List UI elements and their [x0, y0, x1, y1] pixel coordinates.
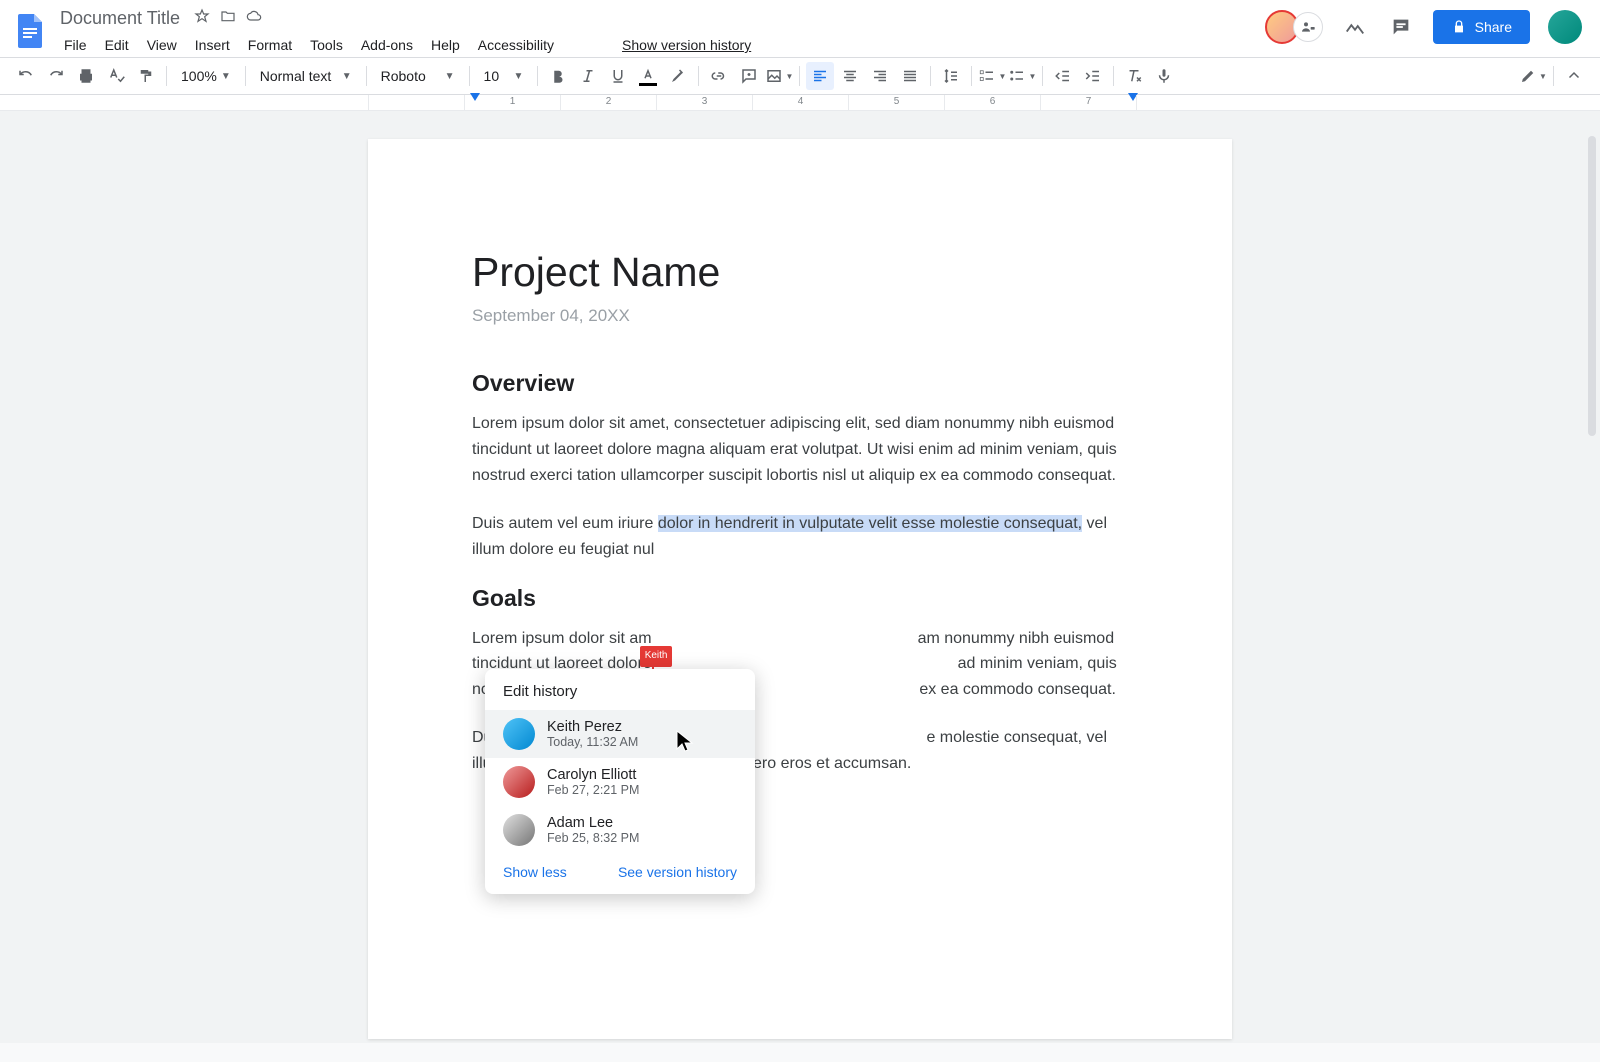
- bullet-list-button[interactable]: ▼: [1008, 62, 1036, 90]
- lock-icon: [1451, 19, 1467, 35]
- account-avatar[interactable]: [1548, 10, 1582, 44]
- comments-icon[interactable]: [1387, 13, 1415, 41]
- star-icon[interactable]: [194, 8, 210, 29]
- menu-addons[interactable]: Add-ons: [353, 33, 421, 57]
- menu-view[interactable]: View: [139, 33, 185, 57]
- menu-edit[interactable]: Edit: [97, 33, 137, 57]
- menu-format[interactable]: Format: [240, 33, 300, 57]
- show-version-history-link[interactable]: Show version history: [614, 33, 759, 57]
- undo-button[interactable]: [12, 62, 40, 90]
- menu-accessibility[interactable]: Accessibility: [470, 33, 562, 57]
- highlighted-text[interactable]: dolor in hendrerit in vulputate velit es…: [658, 515, 1082, 532]
- highlight-color-button[interactable]: [664, 62, 692, 90]
- canvas: Project Name September 04, 20XX Overview…: [0, 111, 1600, 1043]
- editor-name: Keith Perez: [547, 719, 638, 735]
- main-menu: File Edit View Insert Format Tools Add-o…: [56, 33, 1257, 57]
- editor-avatar: [503, 814, 535, 846]
- print-button[interactable]: [72, 62, 100, 90]
- align-left-button[interactable]: [806, 62, 834, 90]
- edit-history-item[interactable]: Carolyn Elliott Feb 27, 2:21 PM: [485, 758, 755, 806]
- editor-avatar: [503, 718, 535, 750]
- edit-history-popover: Edit history Keith Perez Today, 11:32 AM…: [485, 669, 755, 894]
- italic-button[interactable]: [574, 62, 602, 90]
- docs-logo-icon[interactable]: [12, 6, 48, 54]
- editor-name: Carolyn Elliott: [547, 767, 639, 783]
- decrease-indent-button[interactable]: [1049, 62, 1077, 90]
- activity-icon[interactable]: [1341, 13, 1369, 41]
- header-right: Share: [1265, 6, 1588, 44]
- align-justify-button[interactable]: [896, 62, 924, 90]
- collapse-toolbar-button[interactable]: [1560, 62, 1588, 90]
- overview-paragraph-2[interactable]: Duis autem vel eum iriure dolor in hendr…: [472, 511, 1128, 563]
- section-overview-title[interactable]: Overview: [472, 370, 1128, 397]
- menu-file[interactable]: File: [56, 33, 95, 57]
- app-header: Document Title File Edit View Insert For…: [0, 0, 1600, 58]
- editor-time: Feb 25, 8:32 PM: [547, 831, 639, 845]
- edit-history-item[interactable]: Adam Lee Feb 25, 8:32 PM: [485, 806, 755, 854]
- see-version-history-link[interactable]: See version history: [618, 864, 737, 880]
- overview-paragraph-1[interactable]: Lorem ipsum dolor sit amet, consectetuer…: [472, 411, 1128, 489]
- cloud-status-icon[interactable]: [246, 8, 262, 29]
- bold-button[interactable]: [544, 62, 572, 90]
- presence-icon[interactable]: [1293, 12, 1323, 42]
- editor-time: Feb 27, 2:21 PM: [547, 783, 639, 797]
- checklist-button[interactable]: ▼: [978, 62, 1006, 90]
- line-spacing-button[interactable]: [937, 62, 965, 90]
- spellcheck-button[interactable]: [102, 62, 130, 90]
- voice-typing-button[interactable]: [1150, 62, 1178, 90]
- menu-tools[interactable]: Tools: [302, 33, 351, 57]
- clear-formatting-button[interactable]: [1120, 62, 1148, 90]
- increase-indent-button[interactable]: [1079, 62, 1107, 90]
- titlebar: Document Title File Edit View Insert For…: [12, 6, 1588, 57]
- share-label: Share: [1475, 19, 1512, 35]
- section-goals-title[interactable]: Goals: [472, 585, 1128, 612]
- vertical-scrollbar[interactable]: [1586, 130, 1598, 1050]
- align-right-button[interactable]: [866, 62, 894, 90]
- document-title[interactable]: Document Title: [56, 6, 184, 31]
- font-select[interactable]: Roboto▼: [373, 62, 463, 90]
- doc-date[interactable]: September 04, 20XX: [472, 306, 1128, 326]
- align-center-button[interactable]: [836, 62, 864, 90]
- paragraph-style-select[interactable]: Normal text▼: [252, 62, 360, 90]
- editor-avatar: [503, 766, 535, 798]
- insert-image-button[interactable]: ▼: [765, 62, 793, 90]
- move-folder-icon[interactable]: [220, 8, 236, 29]
- underline-button[interactable]: [604, 62, 632, 90]
- page[interactable]: Project Name September 04, 20XX Overview…: [368, 139, 1232, 1039]
- ruler[interactable]: 1 2 3 4 5 6 7: [0, 95, 1600, 111]
- show-less-link[interactable]: Show less: [503, 864, 567, 880]
- doc-heading[interactable]: Project Name: [472, 249, 1128, 296]
- insert-comment-button[interactable]: [735, 62, 763, 90]
- edit-history-item[interactable]: Keith Perez Today, 11:32 AM: [485, 710, 755, 758]
- popover-title: Edit history: [485, 683, 755, 710]
- editor-name: Adam Lee: [547, 815, 639, 831]
- mouse-cursor-icon: [676, 730, 694, 759]
- text-color-button[interactable]: [634, 62, 662, 90]
- editor-time: Today, 11:32 AM: [547, 735, 638, 749]
- share-button[interactable]: Share: [1433, 10, 1530, 44]
- editing-mode-button[interactable]: ▼: [1519, 62, 1547, 90]
- paint-format-button[interactable]: [132, 62, 160, 90]
- toolbar: 100%▼ Normal text▼ Roboto▼ 10▼ ▼ ▼ ▼ ▼: [0, 58, 1600, 95]
- font-size-select[interactable]: 10▼: [476, 62, 532, 90]
- redo-button[interactable]: [42, 62, 70, 90]
- menu-help[interactable]: Help: [423, 33, 468, 57]
- menu-insert[interactable]: Insert: [187, 33, 238, 57]
- insert-link-button[interactable]: [705, 62, 733, 90]
- zoom-select[interactable]: 100%▼: [173, 62, 239, 90]
